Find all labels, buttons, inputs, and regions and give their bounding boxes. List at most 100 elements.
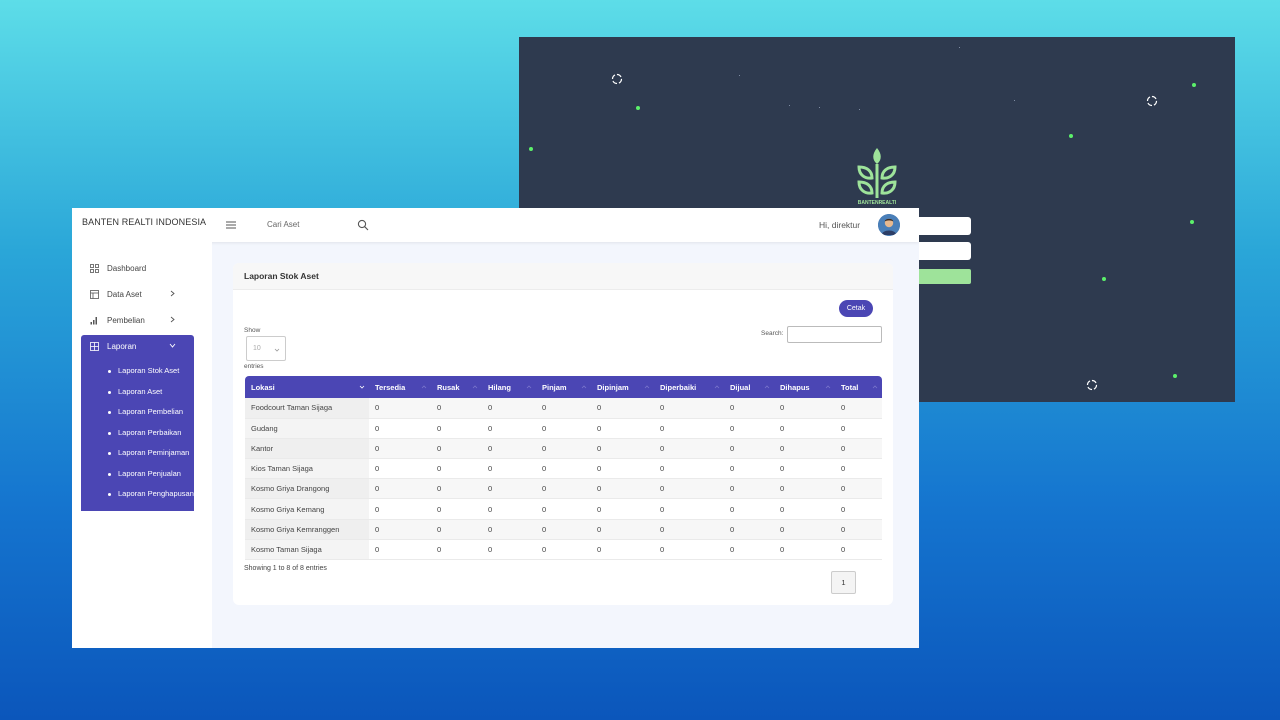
- sidebar-subitem-laporan-penghapusan[interactable]: Laporan Penghapusan: [108, 489, 194, 498]
- sidebar-subitem-laporan-penjualan[interactable]: Laporan Penjualan: [108, 469, 194, 478]
- count-cell: 0: [724, 539, 774, 561]
- sort-desc-icon: [359, 385, 365, 389]
- print-button[interactable]: Cetak: [839, 300, 873, 317]
- user-greeting: Hi, direktur: [819, 220, 861, 230]
- count-cell: 0: [835, 539, 882, 561]
- count-cell: 0: [536, 438, 591, 460]
- count-cell: 0: [654, 498, 724, 520]
- table-header-row: Lokasi Tersedia Rusak Hilang Pinjam Dipinjam D…: [245, 376, 882, 398]
- layout-icon: [90, 289, 99, 299]
- count-cell: 0: [774, 418, 835, 439]
- count-cell: 0: [431, 539, 482, 561]
- count-cell: 0: [591, 418, 654, 439]
- column-header[interactable]: Diperbaiki: [654, 376, 724, 398]
- location-cell: Kosmo Taman Sijaga: [245, 539, 369, 561]
- count-cell: 0: [482, 478, 536, 500]
- sidebar-item-laporan[interactable]: Laporan: [81, 335, 194, 357]
- sidebar: Dashboard Data Aset Pembelian Laporan La…: [72, 242, 212, 648]
- count-cell: 0: [654, 438, 724, 460]
- entries-select[interactable]: 10: [246, 336, 286, 361]
- star: [739, 75, 740, 76]
- column-header[interactable]: Total: [835, 376, 882, 398]
- count-cell: 0: [536, 498, 591, 520]
- count-cell: 0: [431, 478, 482, 500]
- column-header[interactable]: Dijual: [724, 376, 774, 398]
- count-cell: 0: [536, 478, 591, 500]
- count-cell: 0: [482, 458, 536, 480]
- particle-dot: [1173, 374, 1177, 378]
- count-cell: 0: [536, 519, 591, 540]
- ring-icon: [1086, 379, 1098, 391]
- column-header[interactable]: Pinjam: [536, 376, 591, 398]
- entries-label: entries: [244, 363, 264, 370]
- sidebar-item-label: Laporan: [107, 341, 137, 351]
- column-header[interactable]: Hilang: [482, 376, 536, 398]
- column-header[interactable]: Dipinjam: [591, 376, 654, 398]
- sidebar-item-pembelian[interactable]: Pembelian: [81, 309, 194, 331]
- hamburger-menu-icon[interactable]: [225, 219, 237, 231]
- count-cell: 0: [369, 398, 431, 419]
- count-cell: 0: [724, 438, 774, 460]
- sidebar-item-dashboard[interactable]: Dashboard: [81, 257, 194, 279]
- column-header-label: Lokasi: [251, 382, 275, 392]
- table-row: Kios Taman Sijaga 0 0 0 0 0 0 0 0 0: [245, 458, 882, 480]
- count-cell: 0: [431, 438, 482, 460]
- bar-chart-icon: [90, 316, 97, 324]
- count-cell: 0: [835, 418, 882, 439]
- count-cell: 0: [654, 418, 724, 439]
- count-cell: 0: [774, 498, 835, 520]
- table-row: Kantor 0 0 0 0 0 0 0 0 0: [245, 438, 882, 460]
- count-cell: 0: [724, 458, 774, 480]
- search-input[interactable]: Cari Aset: [267, 220, 299, 229]
- sidebar-subitem-laporan-perbaikan[interactable]: Laporan Perbaikan: [108, 428, 194, 437]
- sort-icon: [421, 385, 427, 389]
- count-cell: 0: [654, 519, 724, 540]
- count-cell: 0: [774, 539, 835, 561]
- count-cell: 0: [369, 519, 431, 540]
- chevron-down-icon: [274, 348, 280, 352]
- pagination-page-1[interactable]: 1: [831, 571, 856, 594]
- particle-dot: [636, 106, 640, 110]
- column-header[interactable]: Rusak: [431, 376, 482, 398]
- column-header-label: Total: [841, 382, 859, 392]
- sort-icon: [472, 385, 478, 389]
- count-cell: 0: [431, 418, 482, 439]
- star: [959, 47, 960, 48]
- table-row: Kosmo Griya Kemranggen 0 0 0 0 0 0 0 0 0: [245, 519, 882, 540]
- column-header[interactable]: Dihapus: [774, 376, 835, 398]
- count-cell: 0: [654, 539, 724, 561]
- grid-icon: [90, 263, 99, 273]
- sidebar-subitem-laporan-peminjaman[interactable]: Laporan Peminjaman: [108, 448, 194, 457]
- table-info: Showing 1 to 8 of 8 entries: [244, 565, 327, 572]
- particle-dot: [1192, 83, 1196, 87]
- search-icon[interactable]: [357, 219, 369, 231]
- star: [859, 109, 860, 110]
- count-cell: 0: [835, 438, 882, 460]
- count-cell: 0: [774, 398, 835, 419]
- count-cell: 0: [431, 458, 482, 480]
- table-row: Kosmo Taman Sijaga 0 0 0 0 0 0 0 0 0: [245, 539, 882, 561]
- count-cell: 0: [431, 398, 482, 419]
- sidebar-item-label: Data Aset: [107, 289, 142, 299]
- column-header[interactable]: Tersedia: [369, 376, 431, 398]
- location-cell: Kosmo Griya Kemang: [245, 498, 369, 520]
- sort-icon: [764, 385, 770, 389]
- count-cell: 0: [654, 398, 724, 419]
- sidebar-subitem-laporan-stok-aset[interactable]: Laporan Stok Aset: [108, 366, 194, 375]
- sidebar-subitem-laporan-aset[interactable]: Laporan Aset: [108, 387, 194, 396]
- count-cell: 0: [482, 438, 536, 460]
- location-cell: Foodcourt Taman Sijaga: [245, 398, 369, 419]
- particle-dot: [1069, 134, 1073, 138]
- table-row: Kosmo Griya Kemang 0 0 0 0 0 0 0 0 0: [245, 498, 882, 520]
- column-header[interactable]: Lokasi: [245, 376, 369, 398]
- chevron-right-icon: [170, 290, 175, 297]
- avatar[interactable]: [878, 214, 900, 236]
- column-header-label: Rusak: [437, 382, 460, 392]
- count-cell: 0: [536, 539, 591, 561]
- page-title: Laporan Stok Aset: [244, 271, 319, 281]
- table-search-input[interactable]: [787, 326, 882, 343]
- sidebar-item-data-aset[interactable]: Data Aset: [81, 283, 194, 305]
- sidebar-subitem-laporan-pembelian[interactable]: Laporan Pembelian: [108, 407, 194, 416]
- count-cell: 0: [482, 519, 536, 540]
- star: [819, 107, 820, 108]
